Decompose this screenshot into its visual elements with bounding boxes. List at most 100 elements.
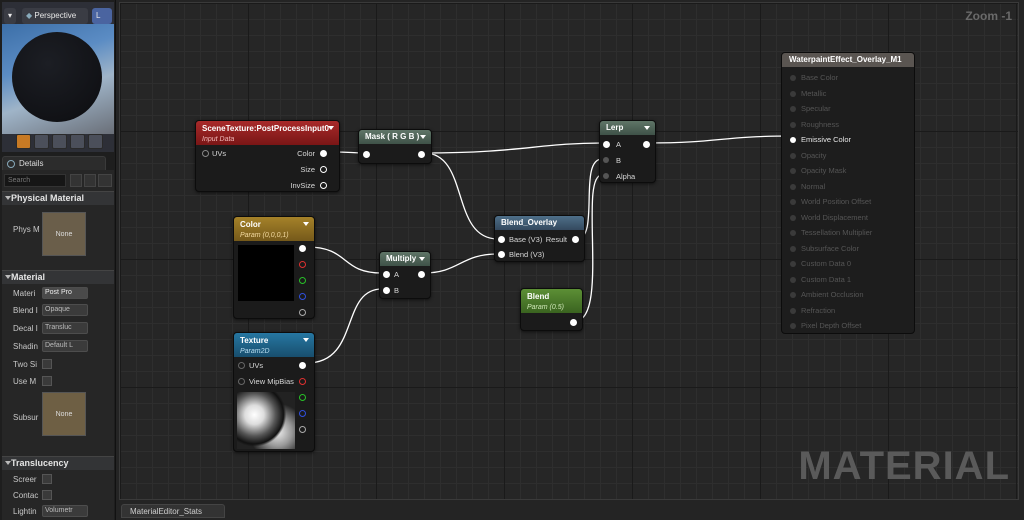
pin-output-r[interactable] — [299, 261, 306, 268]
pin-label: UVs — [212, 149, 227, 158]
output-pin[interactable]: Subsurface Color — [790, 244, 859, 253]
decal-blend-dropdown[interactable]: Transluc — [42, 322, 88, 334]
two-sided-checkbox[interactable] — [42, 359, 52, 369]
pin-output[interactable] — [643, 141, 650, 148]
preview-viewport[interactable]: ▾ ◆ Perspective L — [2, 2, 114, 152]
mesh-icon[interactable] — [88, 134, 103, 149]
section-title: Translucency — [11, 458, 69, 468]
pin-input-b[interactable] — [383, 287, 390, 294]
pin-label: World Position Offset — [801, 197, 872, 206]
output-pin[interactable]: World Displacement — [790, 213, 868, 222]
cube-icon[interactable] — [70, 134, 85, 149]
pin-label: Refraction — [801, 305, 836, 315]
search-input[interactable]: Search — [4, 174, 66, 187]
viewport-menu-button[interactable]: ▾ — [4, 8, 16, 24]
pin-label: Metallic — [801, 88, 827, 98]
node-header: Color Param (0,0,0,1) — [234, 217, 314, 241]
pin-output[interactable] — [418, 151, 425, 158]
color-param-node[interactable]: Color Param (0,0,0,1) — [233, 216, 315, 319]
pin-input-a[interactable] — [383, 271, 390, 278]
sphere-icon[interactable] — [34, 134, 49, 149]
material-section[interactable]: Material — [2, 270, 114, 284]
output-pin[interactable]: Opacity — [790, 151, 826, 160]
texture-param-node[interactable]: Texture Param2D UVs View MipBias — [233, 332, 315, 452]
scenetexture-node[interactable]: SceneTexture:PostProcessInput0 Input Dat… — [195, 120, 340, 192]
lerp-node[interactable]: Lerp A B Alpha — [599, 120, 656, 183]
row-label: Contac — [13, 491, 39, 500]
output-pin[interactable]: Specular — [790, 104, 831, 113]
pin-output-b[interactable] — [299, 410, 306, 417]
details-tab[interactable]: Details — [2, 156, 106, 170]
multiply-node[interactable]: Multiply A B — [379, 251, 431, 299]
output-pin[interactable]: Roughness — [790, 120, 839, 129]
property-matrix-icon[interactable] — [84, 174, 96, 187]
pin-input-b[interactable] — [603, 157, 609, 163]
use-material-checkbox[interactable] — [42, 376, 52, 386]
output-pin[interactable]: Metallic — [790, 89, 826, 98]
screen-space-checkbox[interactable] — [42, 474, 52, 484]
search-icon[interactable] — [70, 174, 82, 187]
pin-circle-icon — [790, 183, 796, 190]
output-pin[interactable]: Emissive Color — [790, 135, 851, 144]
screen-space-row: Screer — [2, 472, 114, 488]
translucency-section[interactable]: Translucency — [2, 456, 114, 470]
pin-output-color[interactable] — [320, 150, 327, 157]
pin-output-size[interactable] — [320, 166, 327, 173]
output-pin[interactable]: Pixel Depth Offset — [790, 321, 861, 330]
material-graph[interactable]: Zoom -1 MATERIAL SceneTexture:PostProces… — [119, 2, 1019, 500]
shading-model-dropdown[interactable]: Default L — [42, 340, 88, 352]
output-pin[interactable]: Custom Data 0 — [790, 259, 851, 268]
lighting-mode-dropdown[interactable]: Volumetr — [42, 505, 88, 517]
eye-icon[interactable] — [98, 174, 112, 187]
pin-input-a[interactable] — [603, 141, 610, 148]
pin-input-blend[interactable] — [498, 251, 505, 258]
row-label: Two Si — [13, 360, 38, 369]
pin-input[interactable] — [363, 151, 370, 158]
physical-material-section[interactable]: Physical Material — [2, 191, 114, 205]
node-title: SceneTexture:PostProcessInput0 — [202, 124, 330, 133]
pin-input-mipbias[interactable] — [238, 378, 245, 385]
pin-circle-icon — [790, 214, 796, 221]
blend-param-node[interactable]: Blend Param (0.5) — [520, 288, 583, 331]
node-title: Blend_Overlay — [501, 218, 558, 227]
cylinder-icon[interactable] — [16, 134, 31, 149]
mask-node[interactable]: Mask ( R G B ) — [358, 129, 432, 164]
pin-output-b[interactable] — [299, 293, 306, 300]
blend-overlay-node[interactable]: Blend_Overlay Base (V3) Result Blend (V3… — [494, 215, 585, 262]
pin-input-base[interactable] — [498, 236, 505, 243]
output-pin[interactable]: Opacity Mask — [790, 166, 846, 175]
output-pin[interactable]: Refraction — [790, 306, 835, 315]
details-search-row: Search — [4, 174, 112, 188]
pin-output-invsize[interactable] — [320, 182, 327, 189]
pin-output[interactable] — [418, 271, 425, 278]
pin-input-uvs[interactable] — [238, 362, 245, 369]
pin-output-g[interactable] — [299, 394, 306, 401]
contact-shadow-checkbox[interactable] — [42, 490, 52, 500]
material-editor-stats-tab[interactable]: MaterialEditor_Stats — [121, 504, 225, 518]
subsurface-thumbnail[interactable]: None — [42, 392, 86, 436]
output-pin[interactable]: Tessellation Multiplier — [790, 228, 872, 237]
pin-input-uvs[interactable] — [202, 150, 209, 157]
pin-output-a[interactable] — [299, 309, 306, 316]
output-pin[interactable]: Base Color — [790, 73, 838, 82]
pin-output-result[interactable] — [572, 236, 579, 243]
phys-mat-thumbnail[interactable]: None — [42, 212, 86, 256]
pin-output-g[interactable] — [299, 277, 306, 284]
wire-texture-to-multiply-b — [306, 288, 383, 364]
plane-icon[interactable] — [52, 134, 67, 149]
pin-output-rgb[interactable] — [299, 362, 306, 369]
output-pin[interactable]: Custom Data 1 — [790, 275, 851, 284]
perspective-button[interactable]: ◆ Perspective — [22, 8, 88, 24]
output-pin[interactable]: World Position Offset — [790, 197, 871, 206]
pin-output-a[interactable] — [299, 426, 306, 433]
pin-output[interactable] — [570, 319, 577, 326]
pin-output-rgb[interactable] — [299, 245, 306, 252]
output-pin[interactable]: Ambient Occlusion — [790, 290, 864, 299]
view-mode-button[interactable]: L — [92, 8, 112, 24]
material-domain-dropdown[interactable]: Post Pro — [42, 287, 88, 299]
output-pin[interactable]: Normal — [790, 182, 825, 191]
blend-mode-dropdown[interactable]: Opaque — [42, 304, 88, 316]
material-output-node[interactable]: WaterpaintEffect_Overlay_M1 Base Color Me… — [781, 52, 915, 334]
pin-output-r[interactable] — [299, 378, 306, 385]
pin-input-alpha[interactable] — [603, 173, 609, 179]
